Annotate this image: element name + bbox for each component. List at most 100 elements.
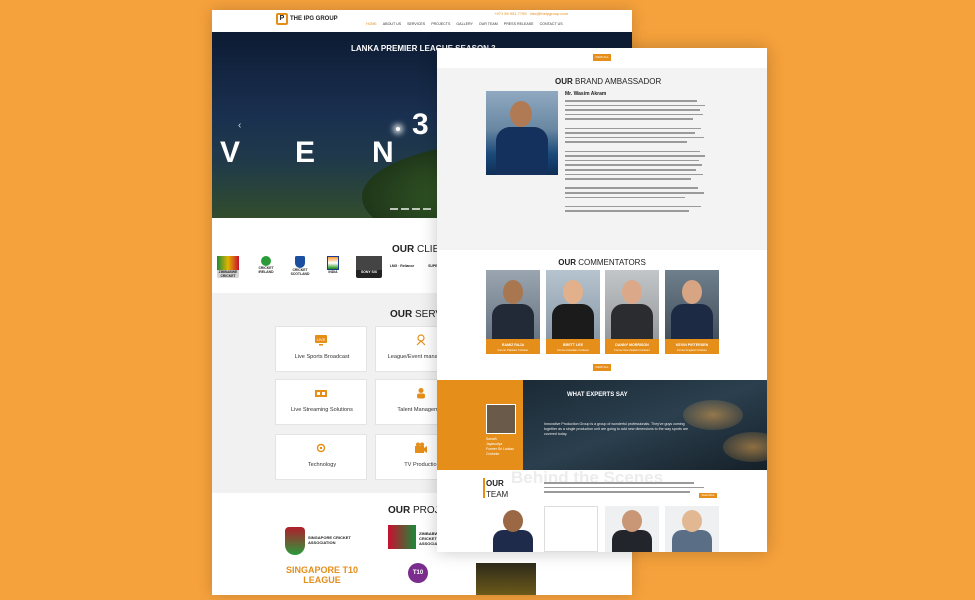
streaming-icon bbox=[315, 390, 327, 397]
nav-press[interactable]: PRESS RELEASE bbox=[504, 22, 534, 26]
hero-letter: V bbox=[220, 136, 243, 169]
read-more-button[interactable]: Read More bbox=[699, 493, 717, 498]
view-all-tag[interactable]: VIEW ALL bbox=[593, 364, 611, 371]
text-line bbox=[544, 486, 704, 489]
crest-icon bbox=[285, 527, 305, 555]
nav-about[interactable]: ABOUT US bbox=[383, 22, 401, 26]
phone-text[interactable]: +971 55 951 7795 bbox=[494, 11, 526, 16]
project-image[interactable] bbox=[476, 563, 536, 595]
commentator-name: KEVIN PIETERSEN bbox=[675, 343, 709, 347]
team-title: OUR TEAM bbox=[483, 478, 508, 500]
floodlight bbox=[396, 127, 400, 131]
service-label: Technology bbox=[307, 462, 337, 468]
ambassador-title: OUR BRAND AMBASSADOR bbox=[555, 77, 662, 86]
client-logo: CRICKET SCOTLAND bbox=[290, 256, 310, 278]
email-text[interactable]: info@theipgroup.com bbox=[530, 11, 568, 16]
experts-title: WHAT EXPERTS SAY bbox=[567, 392, 628, 398]
service-card[interactable]: Technology bbox=[275, 434, 367, 480]
talent-icon bbox=[417, 388, 425, 399]
commentator-card[interactable]: RAMIZ RAJA Former Pakistani Cricketer bbox=[486, 270, 540, 354]
expert-name: Sanath Jayasuriya Former Sri Lankan Cric… bbox=[486, 437, 515, 456]
project-title[interactable]: SINGAPORE T10 LEAGUE bbox=[285, 565, 359, 585]
text-line bbox=[565, 187, 698, 189]
text-line bbox=[565, 118, 693, 120]
slider-dots[interactable] bbox=[390, 208, 431, 210]
text-line bbox=[565, 178, 691, 180]
nav-projects[interactable]: PROJECTS bbox=[431, 22, 450, 26]
commentator-role: Former Pakistani Cricketer bbox=[497, 349, 529, 352]
contact-info: +971 55 951 7795 info@theipgroup.com bbox=[494, 11, 568, 16]
commentator-role: Former England Cricketer bbox=[677, 349, 707, 352]
commentators-title: OUR COMMENTATORS bbox=[558, 258, 646, 267]
text-line bbox=[565, 192, 704, 194]
hero-letter: E bbox=[295, 136, 318, 169]
text-line bbox=[544, 482, 694, 484]
team-member-card[interactable] bbox=[544, 506, 598, 552]
text-line bbox=[544, 491, 690, 493]
client-logo: CRICKET IRELAND bbox=[256, 256, 276, 278]
service-card[interactable]: Live Streaming Solutions bbox=[275, 379, 367, 425]
view-all-tag[interactable]: VIEW ALL bbox=[593, 54, 611, 61]
commentator-card[interactable]: DANNY MORRISON Former New Zealand Cricket… bbox=[605, 270, 659, 354]
text-line bbox=[565, 104, 705, 107]
text-line bbox=[565, 136, 704, 139]
logo[interactable]: P THE IPG GROUP bbox=[276, 13, 338, 25]
team-member-card[interactable] bbox=[605, 506, 659, 552]
logo-text: THE IPG GROUP bbox=[290, 16, 338, 22]
expert-photo bbox=[486, 404, 516, 434]
commentator-role: Former Australian Cricketer bbox=[557, 349, 589, 352]
commentator-name: RAMIZ RAJA bbox=[501, 343, 525, 347]
experts-section: WHAT EXPERTS SAY Innovative Production G… bbox=[437, 380, 767, 470]
text-line bbox=[565, 100, 697, 102]
text-line bbox=[565, 132, 695, 134]
text-line bbox=[565, 196, 685, 199]
chevron-left-icon[interactable]: ‹ bbox=[238, 120, 241, 131]
commentator-card[interactable]: KEVIN PIETERSEN Former England Cricketer bbox=[665, 270, 719, 354]
text-line bbox=[565, 113, 703, 116]
main-nav: HOME ABOUT US SERVICES PROJECTS GALLERY … bbox=[366, 22, 563, 26]
logo-mark: P bbox=[276, 13, 288, 25]
team-member-card[interactable] bbox=[665, 506, 719, 552]
top-bar: P THE IPG GROUP +971 55 951 7795 info@th… bbox=[212, 10, 632, 32]
commentator-name: DANNY MORRISON bbox=[615, 343, 649, 347]
text-line bbox=[565, 173, 703, 176]
nav-team[interactable]: OUR TEAM bbox=[479, 22, 498, 26]
text-line bbox=[565, 150, 700, 153]
nav-services[interactable]: SERVICES bbox=[407, 22, 425, 26]
live-tv-icon: LIVE bbox=[315, 335, 327, 346]
nav-gallery[interactable]: GALLERY bbox=[456, 22, 473, 26]
text-line bbox=[565, 210, 689, 212]
project-card[interactable]: SINGAPORE CRICKET ASSOCIATION bbox=[285, 527, 365, 561]
client-logo: LMG · Reliance bbox=[389, 264, 415, 268]
client-logo: SONY SIX bbox=[356, 256, 382, 278]
tv-production-icon bbox=[415, 442, 427, 453]
service-card[interactable]: LIVE Live Sports Broadcast bbox=[275, 326, 367, 372]
service-label: Live Sports Broadcast bbox=[294, 354, 350, 360]
project-badge[interactable]: T10 bbox=[408, 563, 428, 583]
text-line bbox=[565, 205, 701, 208]
ambassador-name: Mr. Wasim Akram bbox=[565, 91, 607, 97]
svg-text:LIVE: LIVE bbox=[317, 337, 326, 342]
team-member-card[interactable] bbox=[486, 506, 540, 552]
ambassador-photo bbox=[486, 91, 558, 175]
client-logo: ZIMBABWE CRICKET bbox=[217, 256, 239, 278]
text-line bbox=[565, 159, 699, 162]
project-title: SINGAPORE CRICKET ASSOCIATION bbox=[308, 535, 351, 545]
client-logo: INDIA bbox=[324, 256, 342, 278]
event-icon bbox=[416, 334, 426, 346]
ghost-heading: Behind the Scenes bbox=[511, 468, 664, 487]
text-line bbox=[565, 109, 700, 111]
text-line bbox=[565, 141, 687, 143]
hero-letter: 3 bbox=[412, 108, 431, 141]
commentator-name: BRETT LEE bbox=[563, 343, 583, 347]
nav-contact[interactable]: CONTACT US bbox=[540, 22, 563, 26]
commentator-card[interactable]: BRETT LEE Former Australian Cricketer bbox=[546, 270, 600, 354]
text-line bbox=[565, 169, 696, 171]
website-page-front: VIEW ALL OUR BRAND AMBASSADOR Mr. Wasim … bbox=[437, 48, 767, 552]
hero-letter: N bbox=[372, 136, 396, 169]
technology-icon bbox=[316, 443, 326, 453]
text-line bbox=[565, 164, 702, 166]
text-line bbox=[565, 127, 701, 130]
experts-quote: Innovative Production Group is a group o… bbox=[544, 422, 689, 436]
nav-home[interactable]: HOME bbox=[366, 22, 377, 26]
